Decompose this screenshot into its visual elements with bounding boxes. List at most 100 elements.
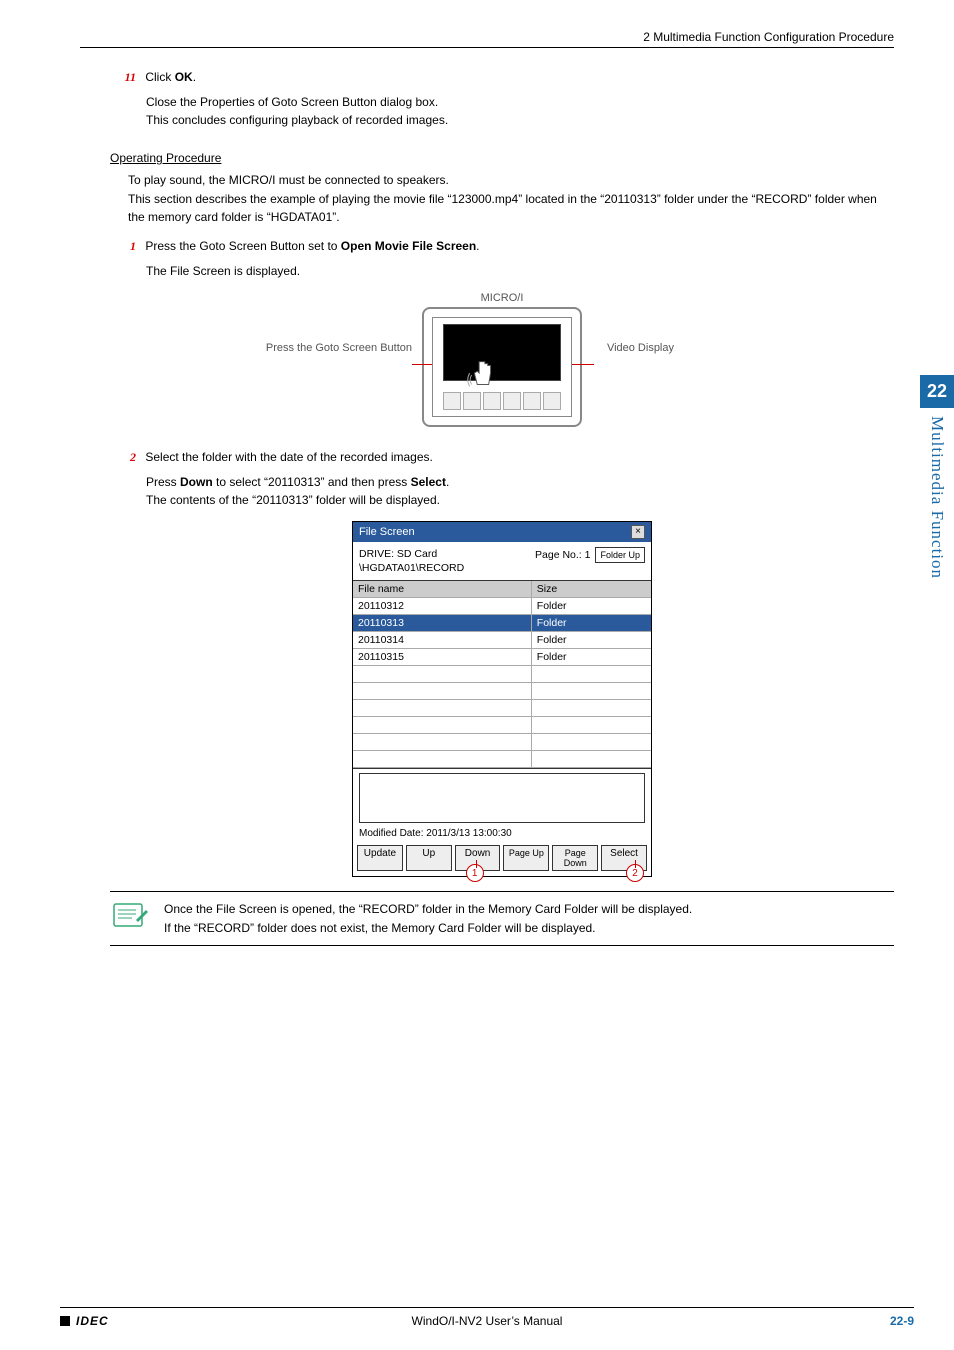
file-screen-window: File Screen × DRIVE: SD Card \HGDATA01\R… xyxy=(352,521,652,877)
callout-line xyxy=(635,860,636,868)
toolbar-btn xyxy=(483,392,501,410)
step-2-body-2: The contents of the “20110313” folder wi… xyxy=(146,491,894,509)
note-line-1: Once the File Screen is opened, the “REC… xyxy=(164,900,692,919)
note-icon xyxy=(110,900,150,932)
callout-line-right xyxy=(570,364,594,365)
step-11-body-1: Close the Properties of Goto Screen Butt… xyxy=(146,93,894,111)
header-section-title: 2 Multimedia Function Configuration Proc… xyxy=(80,30,894,48)
fs-empty-row xyxy=(353,700,651,717)
file-name-cell: 20110314 xyxy=(353,632,532,648)
close-icon[interactable]: × xyxy=(631,525,645,539)
step-1: 1 Press the Goto Screen Button set to Op… xyxy=(110,239,894,254)
step-1-text: Press the Goto Screen Button set to Open… xyxy=(145,239,479,253)
diagram-left-callout: Press the Goto Screen Button xyxy=(222,342,412,354)
step-2-body-1-mid: to select “20110313” and then press xyxy=(213,475,411,489)
page-down-button[interactable]: Page Down xyxy=(552,845,598,871)
step-11: 11 Click OK. xyxy=(110,70,894,85)
toolbar-btn xyxy=(523,392,541,410)
file-size-cell: Folder xyxy=(532,649,651,665)
fs-page-no: Page No.: 1 xyxy=(535,549,590,561)
select-button[interactable]: Select2 xyxy=(601,845,647,871)
step-11-text: Click OK. xyxy=(145,70,196,84)
fs-header-row: File name Size xyxy=(353,581,651,598)
fs-empty-row xyxy=(353,751,651,768)
update-button[interactable]: Update xyxy=(357,845,403,871)
step-1-bold: Open Movie File Screen xyxy=(341,239,476,253)
table-row[interactable]: 20110313Folder xyxy=(353,615,651,632)
video-display-area xyxy=(443,324,561,381)
fs-preview-area xyxy=(359,773,645,823)
file-size-cell: Folder xyxy=(532,632,651,648)
fs-col-name: File name xyxy=(353,581,532,597)
callout-line xyxy=(476,860,477,868)
footer-page: 22-9 xyxy=(890,1314,914,1328)
table-row[interactable]: 20110315Folder xyxy=(353,649,651,666)
page-up-button[interactable]: Page Up xyxy=(503,845,549,871)
step-2-body-1-prefix: Press xyxy=(146,475,180,489)
page-minor: 9 xyxy=(907,1314,914,1328)
table-row[interactable]: 20110312Folder xyxy=(353,598,651,615)
microi-device-frame xyxy=(422,307,582,427)
step-11-num: 11 xyxy=(110,70,136,85)
step-1-body-1: The File Screen is displayed. xyxy=(146,262,894,280)
diagram-right-callout: Video Display xyxy=(607,342,674,354)
step-2: 2 Select the folder with the date of the… xyxy=(110,450,894,465)
fs-button-row: UpdateUpDown1Page UpPage DownSelect2 xyxy=(353,842,651,876)
table-row[interactable]: 20110314Folder xyxy=(353,632,651,649)
folder-up-button[interactable]: Folder Up xyxy=(595,547,645,563)
fs-drive: DRIVE: SD Card xyxy=(359,547,464,561)
step-2-text: Select the folder with the date of the r… xyxy=(145,450,433,464)
step-11-body-2: This concludes configuring playback of r… xyxy=(146,111,894,129)
step-11-bold: OK xyxy=(175,70,193,84)
step-2-num: 2 xyxy=(110,450,136,465)
note-line-2: If the “RECORD” folder does not exist, t… xyxy=(164,919,692,938)
up-button[interactable]: Up xyxy=(406,845,452,871)
fs-table: File name Size 20110312Folder20110313Fol… xyxy=(353,580,651,769)
toolbar-btn xyxy=(463,392,481,410)
chapter-number: 22 xyxy=(920,375,954,408)
microi-diagram: MICRO/I Press the Goto Screen Button Vid… xyxy=(110,292,894,430)
chapter-tab: 22 Multimedia Function xyxy=(920,375,954,579)
operating-procedure-body: To play sound, the MICRO/I must be conne… xyxy=(110,171,894,227)
fs-empty-row xyxy=(353,683,651,700)
operating-procedure-heading: Operating Procedure xyxy=(110,151,221,165)
step-1-num: 1 xyxy=(110,239,136,254)
brand-text: IDEC xyxy=(76,1314,109,1328)
toolbar-btn xyxy=(443,392,461,410)
fs-empty-row xyxy=(353,734,651,751)
down-button[interactable]: Down1 xyxy=(455,845,501,871)
file-name-cell: 20110312 xyxy=(353,598,532,614)
op-body-2: This section describes the example of pl… xyxy=(128,190,894,227)
file-screen-titlebar: File Screen × xyxy=(353,522,651,542)
file-screen-title: File Screen xyxy=(359,526,415,538)
file-size-cell: Folder xyxy=(532,615,651,631)
step-11-body: Close the Properties of Goto Screen Butt… xyxy=(110,93,894,129)
fs-empty-row xyxy=(353,666,651,683)
page-major: 22- xyxy=(890,1314,907,1328)
step-1-suffix: . xyxy=(476,239,479,253)
step-2-body-1-suffix: . xyxy=(446,475,449,489)
note-box: Once the File Screen is opened, the “REC… xyxy=(110,891,894,946)
op-body-1: To play sound, the MICRO/I must be conne… xyxy=(128,171,894,190)
step-2-body-1-bold2: Select xyxy=(411,475,446,489)
step-1-body: The File Screen is displayed. xyxy=(110,262,894,280)
footer-manual-title: WindO/I-NV2 User’s Manual xyxy=(60,1314,914,1328)
microi-toolbar xyxy=(443,392,561,410)
file-name-cell: 20110315 xyxy=(353,649,532,665)
microi-title: MICRO/I xyxy=(422,292,582,304)
file-size-cell: Folder xyxy=(532,598,651,614)
fs-modified-date: Modified Date: 2011/3/13 13:00:30 xyxy=(353,825,651,842)
callout-1: 1 xyxy=(466,864,484,882)
fs-col-size: Size xyxy=(532,581,651,597)
toolbar-btn xyxy=(543,392,561,410)
press-hand-icon xyxy=(467,356,497,394)
toolbar-btn xyxy=(503,392,521,410)
file-name-cell: 20110313 xyxy=(353,615,532,631)
footer-brand: IDEC xyxy=(60,1314,109,1328)
step-11-suffix: . xyxy=(193,70,196,84)
page-footer: IDEC WindO/I-NV2 User’s Manual 22-9 xyxy=(60,1307,914,1328)
step-2-body-1-bold1: Down xyxy=(180,475,213,489)
step-1-prefix: Press the Goto Screen Button set to xyxy=(145,239,340,253)
fs-path: \HGDATA01\RECORD xyxy=(359,561,464,575)
step-2-body: Press Down to select “20110313” and then… xyxy=(110,473,894,509)
